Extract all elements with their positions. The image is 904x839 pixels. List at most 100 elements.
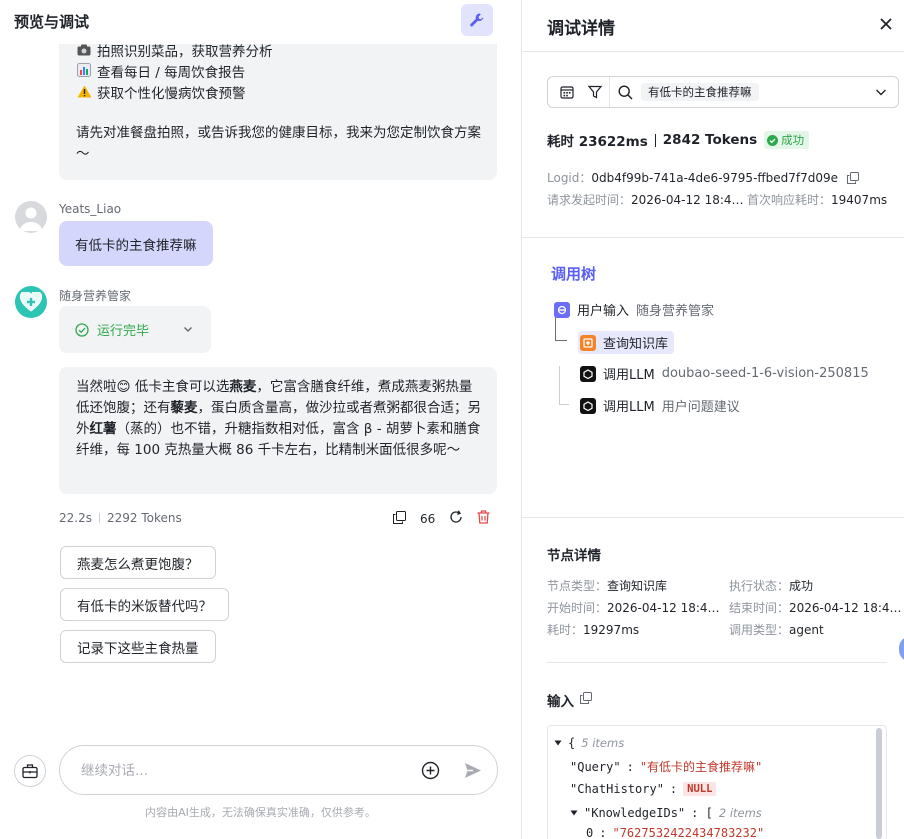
json-colon: : [626, 759, 634, 774]
trace-search[interactable]: 有低卡的主食推荐嘛 [610, 83, 874, 101]
suggestion-button[interactable]: 燕麦怎么煮更饱腹？ [60, 546, 216, 579]
logid-label: Logid： [547, 171, 592, 185]
message-meta: 22.2s 2292 Tokens [59, 511, 182, 525]
divider [522, 237, 904, 238]
llm-icon [580, 397, 596, 414]
start-label: 请求发起时间： [547, 193, 632, 207]
copy-icon[interactable] [393, 510, 406, 527]
json-count: 5 items [581, 736, 625, 750]
copy-icon[interactable] [846, 172, 859, 187]
kv-label: 开始时间： [547, 601, 608, 615]
call-tree-title: 调用树 [551, 265, 597, 283]
kv-value: 2026-04-12 18:4… [789, 601, 902, 615]
exec-status-row: 执行状态：成功 [729, 577, 813, 594]
node-detail-title: 节点详情 [547, 548, 601, 564]
status-text: 成功 [781, 133, 805, 147]
tree-node-sub: doubao-seed-1-6-vision-250815 [661, 366, 869, 381]
divider [522, 517, 904, 518]
filter-icon[interactable] [581, 77, 609, 107]
knowledge-icon [580, 334, 596, 351]
debug-settings-button[interactable] [461, 4, 493, 36]
chevron-down-icon[interactable] [874, 85, 888, 99]
kv-value: agent [789, 623, 824, 637]
first-response-row: 首次响应耗时：19407ms [747, 191, 887, 208]
search-tag[interactable]: 有低卡的主食推荐嘛 [641, 83, 759, 101]
json-brace: { [568, 736, 576, 750]
run-status-toggle[interactable]: 运行完毕 [59, 306, 211, 353]
kv-label: 执行状态： [729, 579, 790, 593]
json-row[interactable]: "KnowledgeIDs": [ 2 items [570, 806, 762, 820]
page-title: 预览与调试 [14, 13, 90, 31]
start-value: 2026-04-12 18:4… [631, 193, 744, 207]
run-status-text: 运行完毕 [97, 324, 150, 339]
status-badge: 成功 [764, 131, 810, 149]
call-type-row: 调用类型：agent [729, 621, 824, 638]
json-colon: : [ [691, 806, 713, 820]
json-key: "ChatHistory" [570, 782, 664, 796]
check-circle-icon [75, 322, 89, 337]
divider [654, 133, 656, 147]
json-key: 0 [586, 826, 594, 839]
send-icon[interactable] [464, 762, 482, 783]
tree-node-label: 调用LLM [603, 400, 655, 415]
quote-button[interactable]: 66 [420, 512, 435, 526]
tree-connector [555, 340, 567, 342]
calendar-icon[interactable] [553, 77, 581, 107]
copy-icon[interactable] [580, 692, 592, 708]
tree-node-user-input[interactable]: 用户输入 随身营养管家 [554, 300, 714, 319]
kv-label: 节点类型： [547, 579, 608, 593]
bot-answer: 当然啦😊 低卡主食可以选燕麦，它富含膳食纤维，煮成燕麦粥热量低还饱腹；还有藜麦，… [59, 367, 497, 494]
tree-node-label: 调用LLM [603, 368, 655, 383]
ai-disclaimer: 内容由AI生成，无法确保真实准确，仅供参考。 [145, 806, 376, 819]
wrench-icon [470, 13, 484, 27]
llm-icon [580, 365, 596, 382]
tree-connector [559, 404, 569, 406]
json-colon: : [669, 782, 678, 796]
tree-node-knowledge[interactable]: 查询知识库 [578, 331, 675, 354]
camera-icon [76, 42, 92, 63]
elapsed-time: 耗时 23622ms [547, 134, 648, 150]
close-icon[interactable] [879, 16, 893, 35]
add-attachment-icon[interactable] [421, 761, 440, 784]
chevron-down-icon [184, 327, 192, 332]
trace-filter-bar: 有低卡的主食推荐嘛 [547, 76, 899, 108]
tree-node-llm-suggest[interactable]: 调用LLM 用户问题建议 [580, 396, 740, 415]
json-root[interactable]: { 5 items [554, 736, 624, 750]
json-string: "有低卡的主食推荐嘛" [639, 760, 763, 774]
delete-icon[interactable] [477, 510, 490, 527]
input-section-title: 输入 [547, 690, 592, 710]
debug-panel: 调试详情 有低卡的主食推荐嘛 耗时 23622ms 2842 Tokens 成功… [521, 0, 904, 839]
tree-node-sub: 用户问题建议 [661, 400, 740, 415]
intro-line: 查看每日 / 每周饮食报告 [76, 63, 481, 84]
divider [98, 513, 100, 523]
intro-paragraph: 请先对准餐盘拍照，或告诉我您的健康目标，我来为您定制饮食方案～ [76, 125, 481, 162]
briefcase-button[interactable] [14, 755, 46, 787]
kv-value: 19297ms [583, 623, 640, 637]
start-time-row: 开始时间：2026-04-12 18:4… [547, 599, 720, 616]
intro-line-text: 拍照识别菜品，获取营养分析 [97, 44, 273, 60]
tree-node-llm[interactable]: 调用LLM doubao-seed-1-6-vision-250815 [580, 364, 869, 383]
preview-header: 预览与调试 [0, 0, 521, 44]
tree-node-label: 用户输入 [577, 304, 630, 319]
json-colon: : [599, 826, 607, 839]
message-actions: 66 [393, 510, 490, 527]
answer-bold: 燕麦 [229, 379, 257, 395]
end-time-row: 结束时间：2026-04-12 18:4… [729, 599, 902, 616]
kv-value: 2026-04-12 18:4… [607, 601, 720, 615]
bot-name: 随身营养管家 [59, 289, 132, 303]
tree-node-label: 查询知识库 [603, 337, 669, 352]
json-null: NULL [683, 782, 717, 796]
suggestion-button[interactable]: 有低卡的米饭替代吗？ [60, 588, 229, 621]
intro-line-text: 查看每日 / 每周饮食报告 [97, 65, 246, 81]
json-count: 2 items [718, 806, 762, 820]
chat-input[interactable] [81, 760, 401, 782]
intro-line: 获取个性化慢病饮食预警 [76, 84, 481, 105]
response-duration: 22.2s [59, 511, 92, 525]
first-response-label: 首次响应耗时： [747, 193, 832, 207]
suggestion-button[interactable]: 记录下这些主食热量 [60, 630, 216, 663]
first-response-value: 19407ms [831, 193, 888, 207]
regenerate-icon[interactable] [449, 510, 463, 527]
answer-text: 当然啦 [76, 379, 117, 395]
kv-value: 查询知识库 [607, 579, 668, 593]
json-scrollbar[interactable] [876, 728, 882, 839]
